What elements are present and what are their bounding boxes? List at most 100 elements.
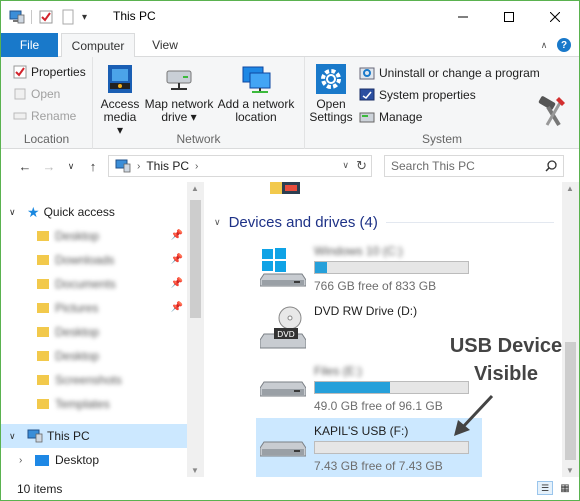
manage-label: Manage (379, 110, 423, 124)
open-settings-button[interactable]: Open Settings (309, 63, 353, 124)
nav-quick-item[interactable]: Templates (1, 392, 187, 416)
rename-button[interactable]: Rename (13, 109, 76, 123)
chevron-down-icon[interactable]: ∨ (214, 217, 221, 228)
scroll-down-arrow-icon[interactable]: ▼ (191, 466, 199, 475)
nav-quick-item[interactable]: Documents 📌 (1, 272, 187, 296)
refresh-icon[interactable]: ↻ (356, 158, 367, 174)
manage-icon (359, 112, 375, 123)
chevron-down-icon[interactable]: ∨ (9, 207, 23, 218)
folder-icon (37, 255, 49, 265)
minimize-button[interactable] (440, 1, 486, 33)
map-drive-label-2: drive ▾ (161, 110, 197, 124)
devices-drives-header[interactable]: ∨ Devices and drives (4) (214, 212, 554, 232)
add-network-location-button[interactable]: Add a network location (217, 63, 295, 124)
drive-item[interactable]: Windows 10 (C:) 766 GB free of 833 GB (256, 238, 482, 298)
open-icon (14, 88, 26, 100)
uninstall-program-button[interactable]: Uninstall or change a program (359, 65, 540, 81)
address-dropdown-icon[interactable]: ∨ (342, 160, 349, 171)
scrollbar-thumb[interactable] (190, 200, 201, 318)
system-properties-button[interactable]: System properties (359, 87, 476, 103)
drive-item-usb[interactable]: KAPIL'S USB (F:) 7.43 GB free of 7.43 GB (256, 418, 482, 478)
close-button[interactable] (532, 1, 578, 33)
folder-icon (37, 399, 49, 409)
ribbon: Properties Open Rename Location Access m… (1, 57, 579, 149)
chevron-right-icon[interactable]: › (19, 455, 33, 466)
hard-drive-icon (260, 381, 306, 397)
search-box[interactable]: Search This PC (384, 155, 564, 177)
open-button[interactable]: Open (13, 87, 60, 101)
open-settings-label-2: Settings (309, 110, 353, 124)
annotation-line-2: Visible (473, 363, 539, 385)
manage-button[interactable]: Manage (359, 109, 422, 125)
maximize-button[interactable] (486, 1, 532, 33)
back-button[interactable]: ← (17, 158, 33, 174)
drive-free-space: 49.0 GB free of 96.1 GB (314, 399, 443, 413)
drive-name: Windows 10 (C:) (314, 244, 403, 258)
nav-quick-item[interactable]: Desktop 📌 (1, 224, 187, 248)
network-drive-icon (166, 70, 192, 90)
rename-label: Rename (31, 109, 77, 123)
nav-quick-item[interactable]: Downloads 📌 (1, 248, 187, 272)
nav-desktop[interactable]: › Desktop (1, 448, 187, 472)
qat-dropdown-icon[interactable]: ▾ (82, 12, 87, 23)
new-folder-icon[interactable] (60, 9, 76, 25)
large-icons-view-button[interactable]: ▦ (557, 481, 573, 495)
folder-icon (37, 303, 49, 313)
star-icon: ★ (27, 203, 40, 220)
scrollbar-thumb[interactable] (565, 342, 576, 460)
drive-name: KAPIL'S USB (F:) (314, 424, 409, 438)
scroll-up-arrow-icon[interactable]: ▲ (566, 184, 574, 193)
help-icon: ? (560, 39, 568, 51)
map-network-drive-button[interactable]: Map network drive ▾ (143, 63, 215, 124)
properties-check-icon[interactable] (38, 9, 54, 25)
repair-tools-icon (538, 96, 565, 127)
nav-quick-item[interactable]: Pictures 📌 (1, 296, 187, 320)
help-button[interactable]: ? (557, 38, 571, 52)
forward-button[interactable]: → (41, 158, 57, 174)
nav-quick-item[interactable]: Desktop (1, 320, 187, 344)
annotation-text: USB Device Visible (446, 332, 566, 388)
computer-icon[interactable] (9, 9, 25, 25)
nav-pane-scrollbar[interactable]: ▲ ▼ (187, 182, 204, 477)
title-bar: ▾ This PC (1, 1, 579, 33)
search-input[interactable]: Search This PC (391, 159, 475, 173)
collapse-ribbon-button[interactable]: ∧ (537, 38, 551, 52)
address-bar[interactable]: › This PC › ∨ ↻ (108, 155, 372, 177)
pin-icon[interactable]: 📌 (171, 230, 183, 241)
recent-locations-button[interactable]: ∨ (63, 158, 79, 174)
scroll-down-arrow-icon[interactable]: ▼ (566, 466, 574, 475)
tab-view[interactable]: View (139, 33, 191, 57)
pin-icon[interactable]: 📌 (171, 254, 183, 265)
breadcrumb-this-pc[interactable]: This PC (146, 159, 189, 173)
breadcrumb-separator-icon[interactable]: › (195, 161, 198, 172)
access-media-button[interactable]: Access media ▾ (99, 63, 141, 137)
pin-icon[interactable]: 📌 (171, 278, 183, 289)
properties-button[interactable]: Properties (13, 65, 86, 79)
tab-computer[interactable]: Computer (61, 33, 135, 58)
group-label-location: Location (23, 132, 70, 146)
breadcrumb-separator-icon[interactable]: › (137, 161, 140, 172)
content-scrollbar[interactable]: ▲ ▼ (562, 182, 579, 477)
drive-free-space: 7.43 GB free of 7.43 GB (314, 459, 443, 473)
scroll-up-arrow-icon[interactable]: ▲ (191, 184, 199, 193)
nav-quick-item[interactable]: Screenshots (1, 368, 187, 392)
add-location-label-2: location (235, 110, 277, 124)
chevron-down-icon: ∨ (67, 160, 75, 171)
up-button[interactable]: ↑ (85, 158, 101, 174)
nav-quick-item-label: Pictures (55, 301, 99, 315)
large-icons-view-icon: ▦ (560, 482, 570, 494)
folder-icon (37, 231, 49, 241)
nav-quick-item[interactable]: Desktop (1, 344, 187, 368)
details-view-button[interactable]: ☰ (537, 481, 553, 495)
quick-access-toolbar: ▾ (9, 9, 87, 25)
nav-this-pc[interactable]: ∨ This PC (1, 424, 187, 448)
drive-name: Files (E:) (314, 364, 362, 378)
tab-file[interactable]: File (1, 33, 58, 57)
nav-quick-access[interactable]: ∨ ★ Quick access (1, 200, 187, 224)
group-label-system: System (421, 132, 462, 146)
chevron-down-icon[interactable]: ∨ (9, 431, 23, 442)
desktop-folder-icon (35, 454, 49, 466)
pin-icon[interactable]: 📌 (171, 302, 183, 313)
section-divider (385, 221, 554, 223)
drive-free-space: 766 GB free of 833 GB (314, 279, 437, 293)
